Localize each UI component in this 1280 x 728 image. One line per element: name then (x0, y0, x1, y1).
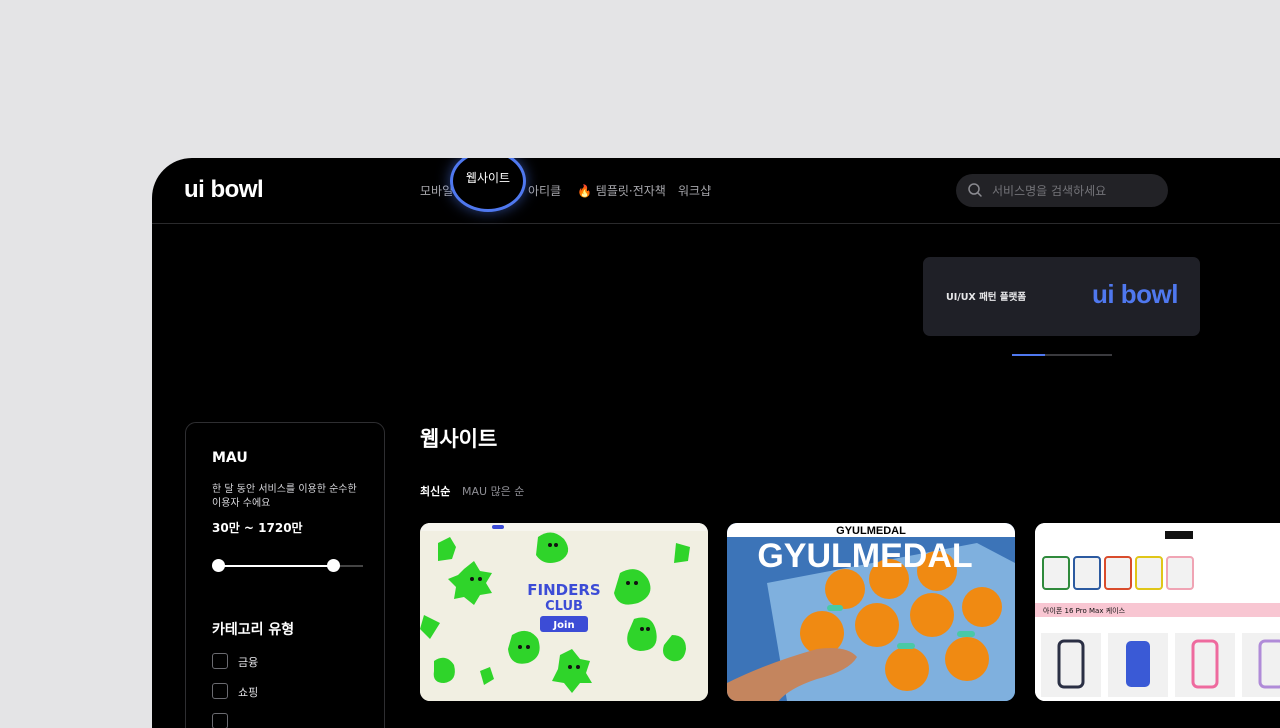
mau-slider-max-thumb[interactable] (327, 559, 340, 572)
sort-tab-latest[interactable]: 최신순 (420, 483, 450, 499)
mau-slider-min-thumb[interactable] (212, 559, 225, 572)
sort-tab-mau[interactable]: MAU 많은 순 (462, 483, 524, 499)
category-label: 금융 (238, 656, 259, 669)
mau-slider-range (217, 565, 333, 567)
nav-article[interactable]: 아티클 (528, 182, 561, 199)
fire-icon: 🔥 (577, 184, 592, 198)
website-card-gyulmedal[interactable]: GYULMEDAL GYULMEDAL (727, 523, 1015, 701)
gyulmedal-thumbnail: GYULMEDAL GYULMEDAL (727, 523, 1015, 701)
nav-mobile[interactable]: 모바일 (420, 182, 453, 199)
checkbox[interactable] (212, 713, 228, 728)
checkbox[interactable] (212, 653, 228, 669)
nav-templates-label: 템플릿·전자책 (595, 184, 666, 198)
mau-description: 한 달 동안 서비스를 이용한 순수한 이용자 수에요 (212, 484, 357, 509)
nav-website-highlighted[interactable]: 웹사이트 (450, 158, 526, 212)
search-icon (968, 183, 982, 197)
nav-website-label: 웹사이트 (465, 171, 511, 185)
join-button: Join (552, 620, 574, 631)
mau-range-value: 30만 ~ 1720만 (212, 521, 303, 535)
promo-banner[interactable]: UI/UX 패턴 플랫폼 ui bowl (923, 257, 1200, 336)
filter-panel: MAU 한 달 동안 서비스를 이용한 순수한 이용자 수에요 30만 ~ 17… (185, 422, 385, 728)
uibowl-logo[interactable]: ui bowl (184, 176, 264, 204)
finders-club-thumbnail: FINDERS CLUB Join (420, 523, 708, 701)
page-title: 웹사이트 (420, 427, 498, 451)
app-window: ui bowl 모바일 아티클 🔥 템플릿·전자책 워크샵 웹사이트 UI/UX… (152, 158, 1280, 728)
top-navigation-bar: ui bowl 모바일 아티클 🔥 템플릿·전자책 워크샵 웹사이트 (152, 158, 1280, 224)
website-card-finders-club[interactable]: FINDERS CLUB Join (420, 523, 708, 701)
casetify-thumbnail: 아이폰 16 Pro Max 케이스 (1035, 523, 1280, 701)
search-box[interactable] (956, 174, 1168, 207)
club-word: CLUB (545, 599, 583, 614)
category-title: 카테고리 유형 (212, 622, 295, 638)
banner-page-indicator (1012, 354, 1112, 356)
checkbox[interactable] (212, 683, 228, 699)
banner-logo: ui bowl (1091, 279, 1179, 309)
nav-templates[interactable]: 🔥 템플릿·전자책 (577, 182, 666, 199)
banner-tagline: UI/UX 패턴 플랫폼 (946, 292, 1027, 303)
gyulmedal-brand: GYULMEDAL (836, 525, 906, 537)
banner-indicator-active (1012, 354, 1045, 356)
website-card-casetify[interactable]: 아이폰 16 Pro Max 케이스 (1035, 523, 1280, 701)
nav-workshop[interactable]: 워크샵 (678, 182, 711, 199)
casetify-heading: 아이폰 16 Pro Max 케이스 (1043, 606, 1126, 615)
mau-title: MAU (212, 450, 248, 466)
finders-word: FINDERS (527, 581, 600, 599)
category-label: 쇼핑 (238, 686, 259, 699)
search-input[interactable] (992, 174, 1162, 207)
gyulmedal-headline: GYULMEDAL (757, 537, 972, 575)
